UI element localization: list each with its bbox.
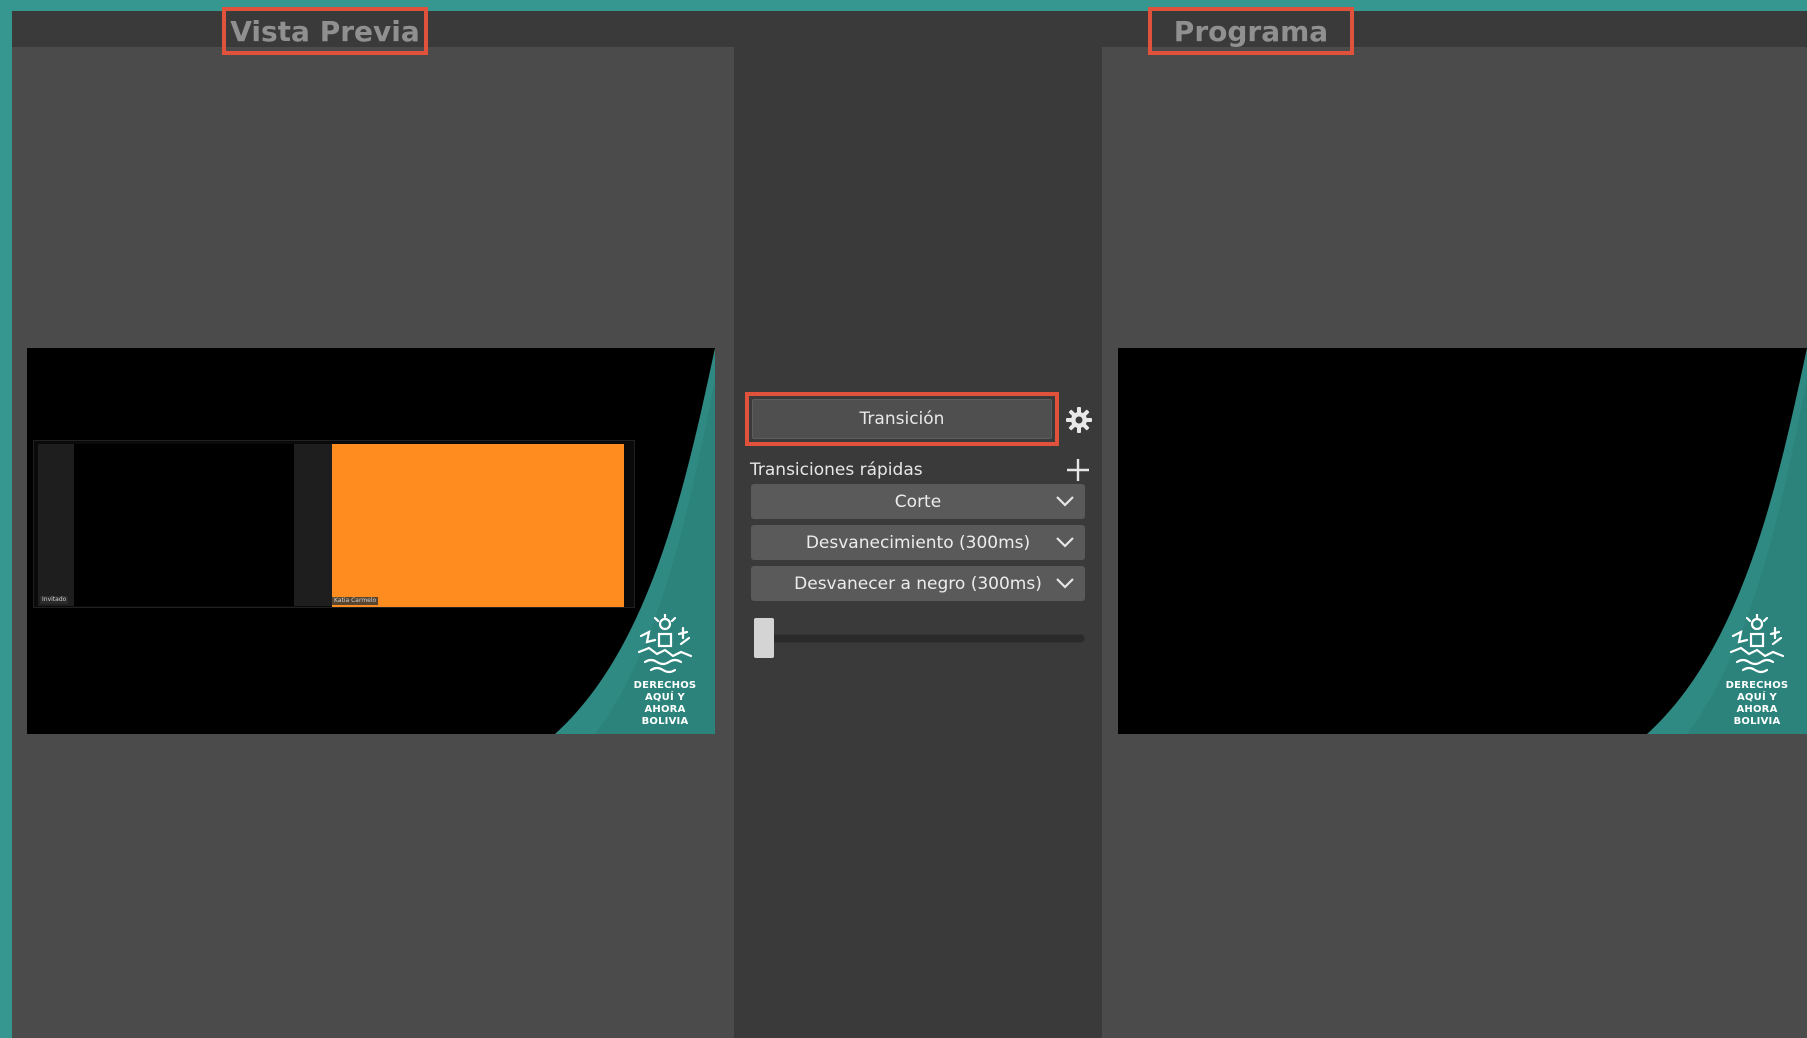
chevron-down-icon[interactable] — [1055, 492, 1075, 510]
camera-strip: Invitado Katia Carmelo — [33, 440, 635, 608]
quick-transitions-label: Transiciones rápidas — [750, 460, 923, 480]
chevron-down-icon[interactable] — [1055, 574, 1075, 592]
quick-transition-button[interactable]: Corte — [751, 484, 1085, 519]
camera-left-label: Invitado — [40, 596, 69, 604]
logo-line-3: BOLIVIA — [641, 716, 689, 727]
quick-transition-label: Desvanecimiento (300ms) — [805, 532, 1031, 553]
camera-divider — [294, 444, 332, 606]
logo-line-2: AQUÍ Y AHORA — [1736, 692, 1778, 715]
logo-line-3: BOLIVIA — [1733, 716, 1781, 727]
camera-left-feed — [74, 444, 294, 606]
brand-logo: DERECHOS AQUÍ Y AHORA BOLIVIA — [1715, 614, 1799, 728]
transition-button-highlight: Transición — [745, 392, 1059, 446]
brand-emblem-icon — [637, 614, 693, 674]
studio-mode-window: Vista Previa Invitado Katia Carmelo DERE… — [12, 7, 1807, 1038]
chevron-down-icon[interactable] — [1055, 533, 1075, 551]
logo-line-1: DERECHOS — [633, 680, 697, 691]
logo-line-1: DERECHOS — [1725, 680, 1789, 691]
plus-icon[interactable] — [1064, 456, 1092, 484]
camera-left-bar — [38, 444, 74, 606]
preview-canvas[interactable]: Invitado Katia Carmelo DERECHOS AQUÍ Y A… — [27, 348, 715, 734]
program-title: Programa — [1148, 7, 1354, 55]
gear-icon[interactable] — [1065, 406, 1093, 434]
program-canvas: DERECHOS AQUÍ Y AHORA BOLIVIA — [1118, 348, 1807, 734]
brand-emblem-icon — [1729, 614, 1785, 674]
transition-button[interactable]: Transición — [752, 399, 1052, 439]
quick-transition-button[interactable]: Desvanecimiento (300ms) — [751, 525, 1085, 560]
logo-line-2: AQUÍ Y AHORA — [644, 692, 686, 715]
quick-transition-label: Corte — [894, 491, 942, 512]
quick-transition-label: Desvanecer a negro (300ms) — [794, 573, 1042, 594]
camera-right-label: Katia Carmelo — [332, 597, 379, 605]
quick-transition-button[interactable]: Desvanecer a negro (300ms) — [751, 566, 1085, 601]
transition-slider-handle[interactable] — [754, 618, 774, 658]
transition-slider-track[interactable] — [767, 634, 1085, 643]
preview-title: Vista Previa — [222, 7, 428, 55]
brand-logo: DERECHOS AQUÍ Y AHORA BOLIVIA — [623, 614, 707, 728]
